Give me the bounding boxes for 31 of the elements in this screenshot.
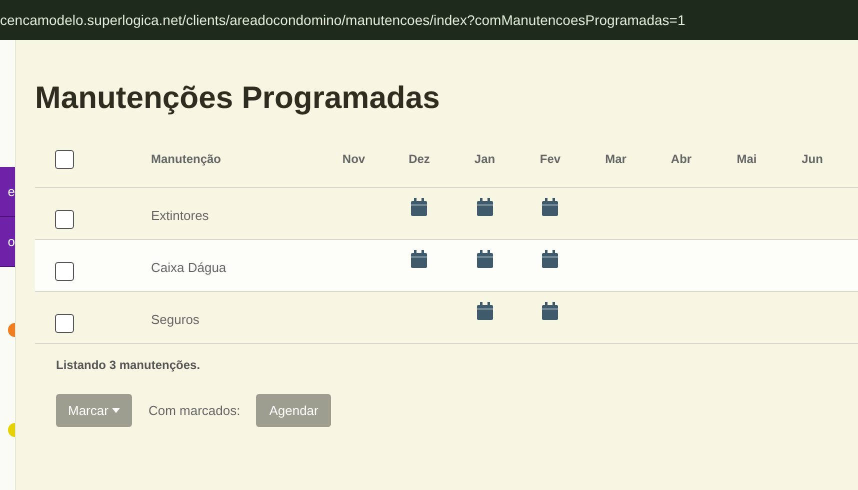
checkbox[interactable]	[55, 314, 74, 333]
caret-icon	[112, 408, 120, 413]
checkbox[interactable]	[55, 210, 74, 229]
table-cell-text: Caixa Dágua	[151, 259, 228, 277]
column-header: Jan	[473, 151, 496, 168]
calendar-icon	[476, 302, 493, 320]
with-marked-label: Com marcados:	[148, 402, 240, 420]
page-title: Manutenções Programadas	[35, 79, 441, 117]
sidebar-item[interactable]: e	[0, 167, 15, 217]
checkbox[interactable]	[55, 150, 74, 169]
column-header: Mar	[604, 151, 628, 168]
column-header: Nov	[341, 151, 366, 168]
calendar-icon	[476, 250, 493, 268]
calendar-icon	[542, 250, 558, 268]
sidebar-item[interactable]: o	[0, 217, 15, 267]
checkbox[interactable]	[55, 262, 74, 281]
column-header: Abr	[670, 151, 693, 168]
column-header: Manutenção	[151, 151, 222, 168]
url-text[interactable]: cencamodelo.superlogica.net/clients/areadocondomino/manutencoes/index?comManutencoesProgramadas=1	[0, 10, 686, 30]
calendar-icon	[411, 250, 428, 268]
table-cell-text: Seguros	[151, 311, 200, 329]
column-header: Jun	[800, 151, 824, 168]
calendar-icon	[542, 302, 558, 320]
column-header: Mai	[736, 151, 758, 168]
calendar-icon	[476, 198, 493, 216]
column-header: Fev	[538, 151, 562, 168]
calendar-icon	[411, 198, 428, 216]
table-cell-text: Extintores	[151, 207, 210, 225]
summary-text: Listando 3 manutenções.	[56, 357, 202, 374]
calendar-icon	[542, 198, 558, 216]
column-header: Dez	[408, 151, 431, 168]
